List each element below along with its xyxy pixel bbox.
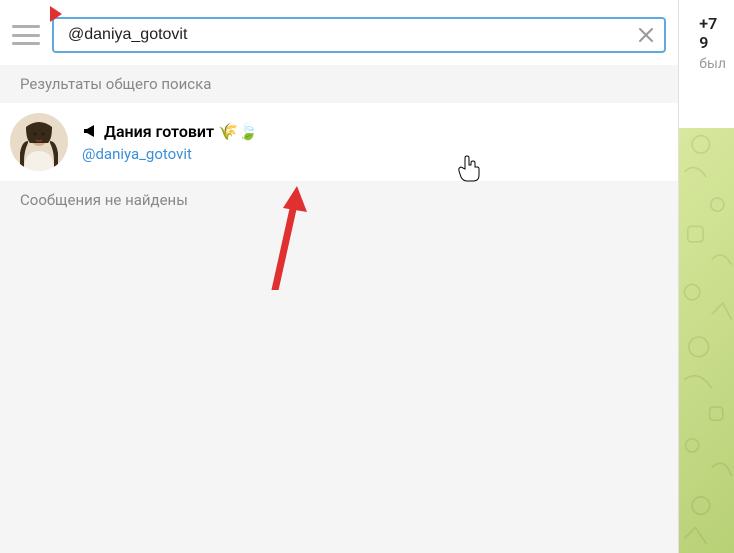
result-handle: @daniya_gotovit	[82, 145, 258, 163]
chat-background	[679, 128, 734, 553]
top-bar	[0, 0, 678, 65]
section-global-results: Результаты общего поиска	[0, 65, 678, 103]
result-info: Дания готовит 🌾🍃 @daniya_gotovit	[82, 122, 258, 163]
result-title-row: Дания готовит 🌾🍃	[82, 122, 258, 141]
close-icon	[638, 27, 654, 43]
search-results: Результаты общего поиска	[0, 65, 678, 553]
clear-search-button[interactable]	[634, 23, 658, 47]
search-panel: Результаты общего поиска	[0, 0, 678, 553]
chat-status: был	[699, 56, 726, 72]
result-title: Дания готовит 🌾🍃	[104, 122, 258, 141]
section-no-messages: Сообщения не найдены	[0, 181, 678, 219]
search-result-item[interactable]: Дания готовит 🌾🍃 @daniya_gotovit	[0, 103, 678, 181]
search-input[interactable]	[52, 17, 666, 53]
avatar	[10, 113, 68, 171]
channel-icon	[82, 123, 98, 139]
chat-header[interactable]: +7 9 был	[679, 0, 734, 68]
search-wrapper	[52, 17, 666, 53]
menu-button[interactable]	[12, 23, 40, 47]
chat-panel: +7 9 был	[678, 0, 734, 553]
chat-title: +7 9	[699, 14, 726, 52]
